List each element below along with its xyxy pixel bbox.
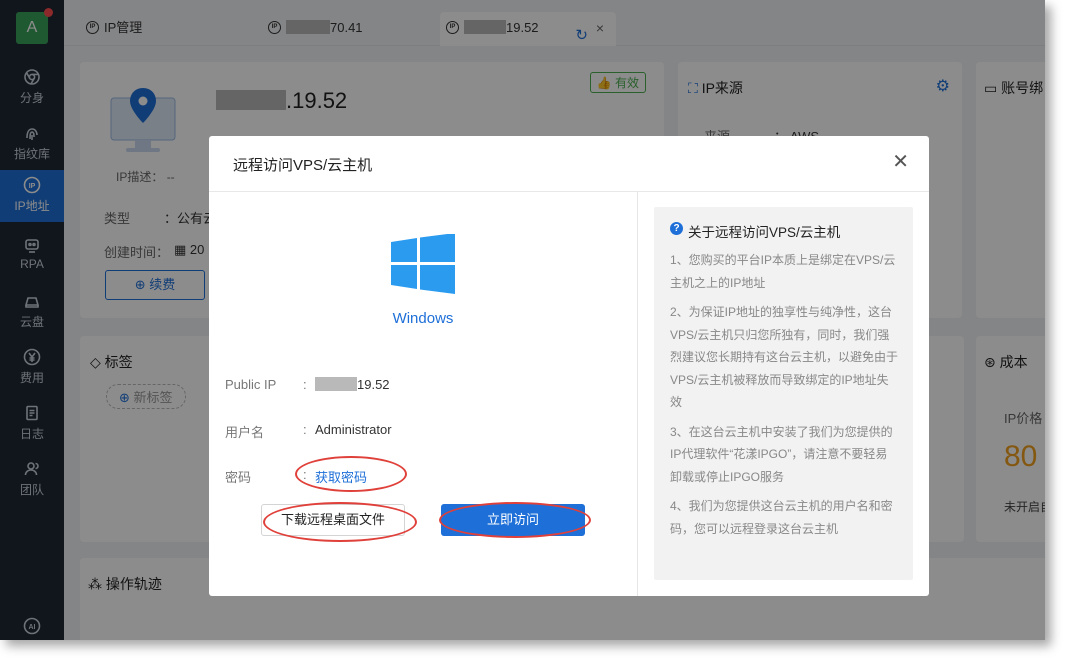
password-label: 密码 [225,470,252,485]
info-title: ? 关于远程访问VPS/云主机 [670,221,899,241]
close-icon[interactable]: ✕ [892,152,909,172]
info-point: 2、为保证IP地址的独享性与纯净性，这台VPS/云主机只归您所独有，同时，我们强… [670,305,899,409]
highlight-ellipse [295,456,407,492]
colon: : [303,377,307,392]
highlight-ellipse [439,502,591,538]
masked-ip-prefix [315,377,357,391]
info-point: 4、我们为您提供这台云主机的用户名和密码，您可以远程登录这台云主机 [670,499,893,536]
windows-logo-icon [391,234,455,294]
info-point: 1、您购买的平台IP本质上是绑定在VPS/云主机之上的IP地址 [670,253,896,290]
app-window: A 分身 指纹库 IP IP地址 RPA 云盘 费用 日志 团队 AI IP I… [0,0,1045,640]
public-ip-label: Public IP [225,377,277,392]
public-ip-value: 19.52 [315,377,390,392]
username-value: Administrator [315,422,392,437]
highlight-ellipse [263,502,417,542]
colon: : [303,422,307,437]
modal-divider [637,192,638,596]
question-icon: ? [670,222,683,235]
remote-access-modal: 远程访问VPS/云主机 ✕ Windows Public IP : 19.52 … [209,136,929,596]
os-label: Windows [392,310,454,327]
modal-header: 远程访问VPS/云主机 ✕ [209,136,929,192]
modal-title: 远程访问VPS/云主机 [233,157,373,174]
username-label: 用户名 [225,425,265,440]
info-panel: ? 关于远程访问VPS/云主机 1、您购买的平台IP本质上是绑定在VPS/云主机… [654,207,913,580]
info-point: 3、在这台云主机中安装了我们为您提供的IP代理软件“花漾IPGO”，请注意不要轻… [670,424,893,484]
